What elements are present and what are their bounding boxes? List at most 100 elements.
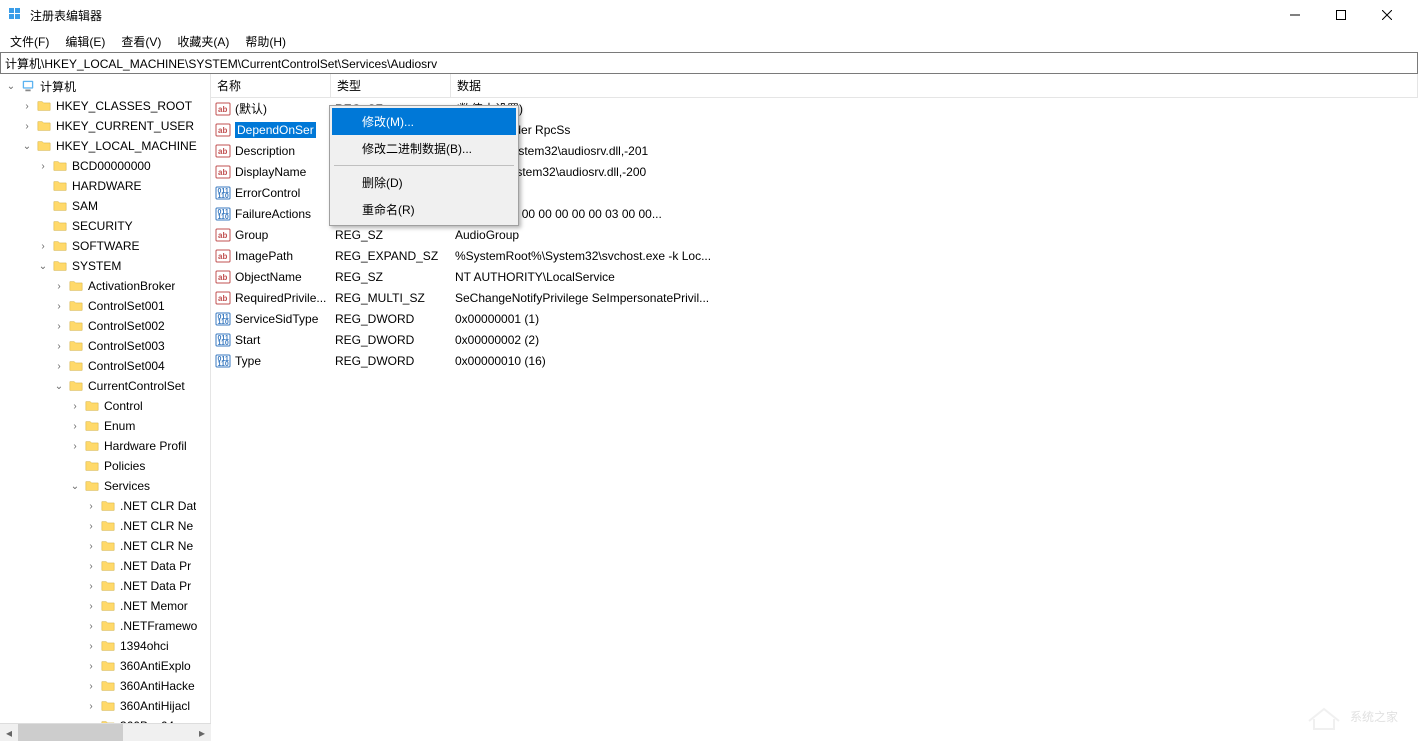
tree-node[interactable]: ⌄计算机: [0, 76, 210, 96]
chevron-right-icon[interactable]: ›: [84, 719, 98, 723]
list-pane[interactable]: 名称 类型 数据 (默认)REG_SZ(数值未设置)DependOnSerndp…: [211, 74, 1418, 723]
chevron-right-icon[interactable]: ›: [84, 519, 98, 533]
tree-node[interactable]: ⌄CurrentControlSet: [0, 376, 210, 396]
chevron-right-icon[interactable]: ›: [68, 419, 82, 433]
tree-node[interactable]: ⌄HKEY_LOCAL_MACHINE: [0, 136, 210, 156]
tree-node[interactable]: ›ControlSet003: [0, 336, 210, 356]
chevron-right-icon[interactable]: ›: [84, 559, 98, 573]
chevron-right-icon[interactable]: ›: [36, 239, 50, 253]
chevron-right-icon[interactable]: ›: [52, 359, 66, 373]
context-menu-rename[interactable]: 重命名(R): [332, 196, 516, 223]
col-header-type[interactable]: 类型: [331, 74, 451, 97]
chevron-right-icon[interactable]: ›: [84, 499, 98, 513]
chevron-down-icon[interactable]: ⌄: [36, 259, 50, 273]
context-menu-modify[interactable]: 修改(M)...: [332, 108, 516, 135]
chevron-right-icon[interactable]: ›: [36, 159, 50, 173]
folder-icon: [100, 539, 116, 553]
registry-value-row[interactable]: ObjectNameREG_SZNT AUTHORITY\LocalServic…: [211, 266, 1418, 287]
chevron-right-icon[interactable]: ›: [84, 619, 98, 633]
chevron-right-icon[interactable]: ›: [84, 639, 98, 653]
chevron-right-icon[interactable]: ›: [84, 539, 98, 553]
context-menu-delete[interactable]: 删除(D): [332, 169, 516, 196]
close-button[interactable]: [1364, 0, 1410, 30]
tree-node[interactable]: HARDWARE: [0, 176, 210, 196]
tree-node[interactable]: ›360Box64: [0, 716, 210, 723]
registry-value-row[interactable]: GroupREG_SZAudioGroup: [211, 224, 1418, 245]
tree-node[interactable]: ›ControlSet001: [0, 296, 210, 316]
chevron-right-icon[interactable]: ›: [52, 299, 66, 313]
col-header-data[interactable]: 数据: [451, 74, 1418, 97]
minimize-button[interactable]: [1272, 0, 1318, 30]
tree-node[interactable]: SECURITY: [0, 216, 210, 236]
tree-pane[interactable]: ⌄计算机›HKEY_CLASSES_ROOT›HKEY_CURRENT_USER…: [0, 74, 211, 723]
tree-node[interactable]: ›.NET Data Pr: [0, 576, 210, 596]
scroll-thumb[interactable]: [18, 724, 123, 741]
tree-node-label: BCD00000000: [72, 159, 151, 173]
registry-value-row[interactable]: RequiredPrivile...REG_MULTI_SZSeChangeNo…: [211, 287, 1418, 308]
chevron-right-icon[interactable]: ›: [84, 599, 98, 613]
menu-help[interactable]: 帮助(H): [237, 31, 294, 52]
tree-node[interactable]: SAM: [0, 196, 210, 216]
tree-node[interactable]: ›.NETFramewo: [0, 616, 210, 636]
tree-node[interactable]: ›.NET CLR Dat: [0, 496, 210, 516]
tree-node[interactable]: ›360AntiExplo: [0, 656, 210, 676]
chevron-right-icon[interactable]: ›: [52, 339, 66, 353]
tree-node[interactable]: › ActivationBroker: [0, 276, 210, 296]
tree-node[interactable]: ›ControlSet002: [0, 316, 210, 336]
menu-favorites[interactable]: 收藏夹(A): [169, 31, 237, 52]
chevron-right-icon[interactable]: ›: [20, 99, 34, 113]
tree-node[interactable]: ›HKEY_CURRENT_USER: [0, 116, 210, 136]
menu-file[interactable]: 文件(F): [2, 31, 57, 52]
chevron-down-icon[interactable]: ⌄: [52, 379, 66, 393]
context-menu-separator: [334, 165, 514, 166]
reg-sz-icon: [215, 269, 231, 285]
tree-node[interactable]: ›1394ohci: [0, 636, 210, 656]
registry-value-row[interactable]: ServiceSidTypeREG_DWORD0x00000001 (1): [211, 308, 1418, 329]
menu-edit[interactable]: 编辑(E): [57, 31, 113, 52]
tree-node[interactable]: › BCD00000000: [0, 156, 210, 176]
registry-value-row[interactable]: TypeREG_DWORD0x00000010 (16): [211, 350, 1418, 371]
chevron-right-icon[interactable]: ›: [52, 279, 66, 293]
tree-node[interactable]: ›.NET Memor: [0, 596, 210, 616]
chevron-right-icon[interactable]: ›: [68, 439, 82, 453]
scroll-track[interactable]: [18, 724, 193, 741]
scroll-right-button[interactable]: ▸: [193, 724, 211, 741]
chevron-down-icon[interactable]: ⌄: [20, 139, 34, 153]
tree-node[interactable]: ›.NET CLR Ne: [0, 516, 210, 536]
tree-node[interactable]: ›Control: [0, 396, 210, 416]
tree-node[interactable]: ›360AntiHacke: [0, 676, 210, 696]
tree-node[interactable]: ›360AntiHijacl: [0, 696, 210, 716]
horizontal-scrollbar[interactable]: ◂ ▸: [0, 723, 211, 741]
tree-node[interactable]: ⌄SYSTEM: [0, 256, 210, 276]
folder-icon: [100, 679, 116, 693]
menu-view[interactable]: 查看(V): [113, 31, 169, 52]
tree-node[interactable]: ›SOFTWARE: [0, 236, 210, 256]
value-name: Group: [235, 228, 268, 242]
tree-node[interactable]: ›HKEY_CLASSES_ROOT: [0, 96, 210, 116]
registry-value-row[interactable]: ImagePathREG_EXPAND_SZ%SystemRoot%\Syste…: [211, 245, 1418, 266]
tree-node[interactable]: Policies: [0, 456, 210, 476]
chevron-right-icon[interactable]: ›: [52, 319, 66, 333]
chevron-right-icon[interactable]: ›: [68, 399, 82, 413]
tree-node[interactable]: ›Hardware Profil: [0, 436, 210, 456]
tree-node[interactable]: ›ControlSet004: [0, 356, 210, 376]
chevron-down-icon[interactable]: ⌄: [68, 479, 82, 493]
chevron-right-icon[interactable]: ›: [84, 659, 98, 673]
tree-node-label: ActivationBroker: [88, 279, 175, 293]
tree-node[interactable]: ›.NET CLR Ne: [0, 536, 210, 556]
chevron-right-icon[interactable]: ›: [84, 699, 98, 713]
chevron-down-icon[interactable]: ⌄: [4, 79, 18, 93]
maximize-button[interactable]: [1318, 0, 1364, 30]
title-bar: 注册表编辑器: [0, 0, 1418, 30]
chevron-right-icon[interactable]: ›: [20, 119, 34, 133]
registry-value-row[interactable]: StartREG_DWORD0x00000002 (2): [211, 329, 1418, 350]
address-bar[interactable]: 计算机\HKEY_LOCAL_MACHINE\SYSTEM\CurrentCon…: [0, 52, 1418, 74]
context-menu-modify-binary[interactable]: 修改二进制数据(B)...: [332, 135, 516, 162]
tree-node[interactable]: ⌄Services: [0, 476, 210, 496]
chevron-right-icon[interactable]: ›: [84, 679, 98, 693]
scroll-left-button[interactable]: ◂: [0, 724, 18, 741]
col-header-name[interactable]: 名称: [211, 74, 331, 97]
chevron-right-icon[interactable]: ›: [84, 579, 98, 593]
tree-node[interactable]: ›Enum: [0, 416, 210, 436]
tree-node[interactable]: ›.NET Data Pr: [0, 556, 210, 576]
